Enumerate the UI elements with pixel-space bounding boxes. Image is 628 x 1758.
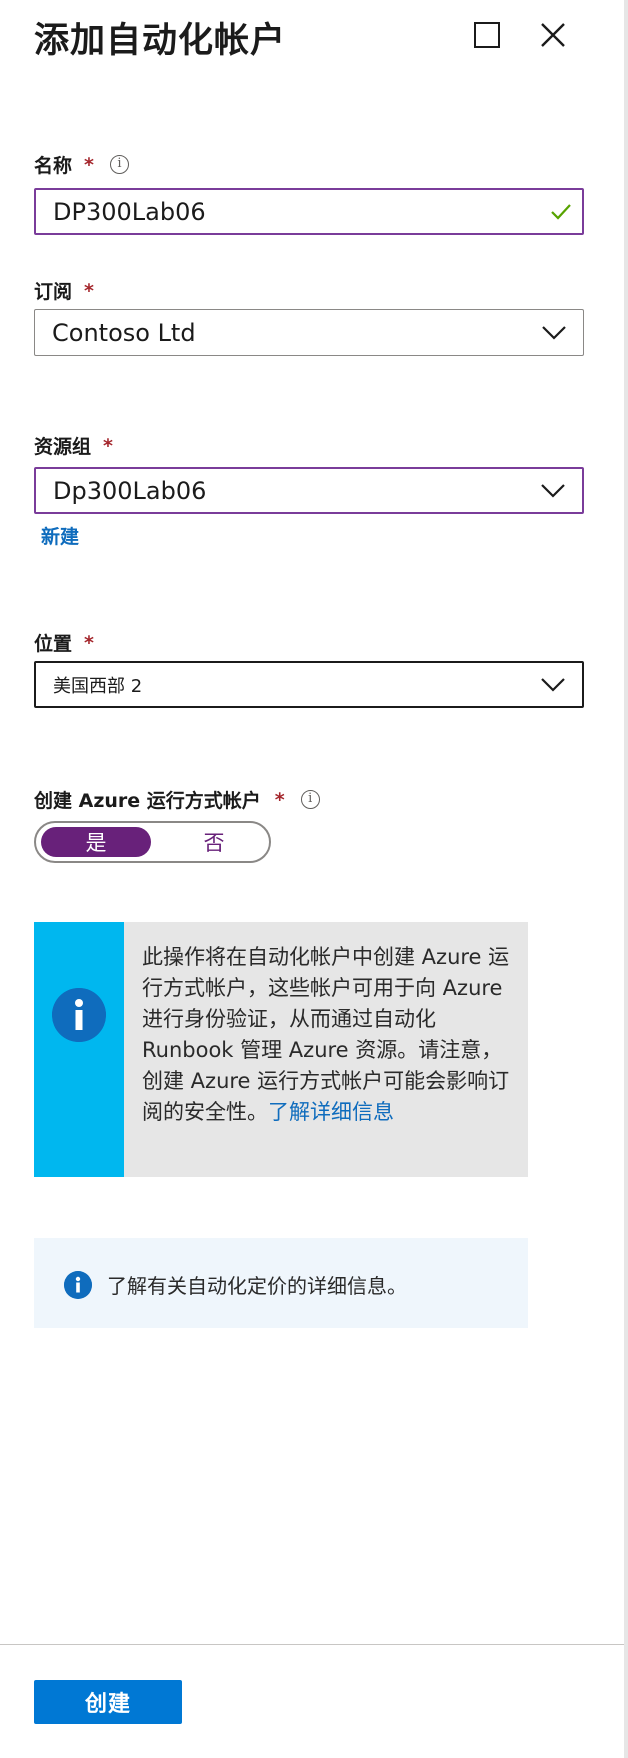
toggle-option-yes[interactable]: 是 — [41, 827, 151, 857]
run-as-toggle[interactable]: 是 否 — [34, 821, 271, 863]
panel-edge — [624, 0, 628, 1758]
subscription-dropdown[interactable]: Contoso Ltd — [34, 309, 584, 356]
panel-title: 添加自动化帐户 — [34, 21, 287, 61]
name-label-row: 名称 * i — [34, 151, 129, 178]
footer-divider — [0, 1644, 624, 1645]
info-icon — [64, 1271, 92, 1299]
checkmark-icon — [551, 203, 571, 220]
create-button[interactable]: 创建 — [34, 1680, 182, 1724]
create-automation-account-panel: 添加自动化帐户 名称 * i DP300Lab06 订阅 * Contoso L… — [0, 0, 624, 1758]
pricing-info-note: 了解有关自动化定价的详细信息。 — [34, 1238, 528, 1328]
required-asterisk: * — [84, 279, 94, 302]
callout-text: 此操作将在自动化帐户中创建 Azure 运行方式帐户，这些帐户可用于向 Azur… — [142, 942, 512, 1128]
info-icon — [52, 988, 106, 1042]
learn-more-link[interactable]: 了解详细信息 — [268, 1100, 394, 1124]
chevron-down-icon — [542, 325, 566, 340]
name-input[interactable]: DP300Lab06 — [34, 188, 584, 235]
required-asterisk: * — [103, 434, 113, 457]
required-asterisk: * — [84, 153, 94, 176]
close-icon[interactable] — [538, 20, 568, 50]
subscription-label: 订阅 — [34, 281, 73, 303]
run-as-label: 创建 Azure 运行方式帐户 — [34, 790, 261, 812]
location-value: 美国西部 2 — [53, 675, 143, 697]
maximize-icon[interactable] — [474, 22, 500, 48]
info-icon[interactable]: i — [109, 155, 129, 174]
callout-accent-bar — [34, 922, 124, 1177]
resource-group-dropdown[interactable]: Dp300Lab06 — [34, 467, 584, 514]
create-new-resource-group-link[interactable]: 新建 — [41, 522, 79, 549]
required-asterisk: * — [84, 631, 94, 654]
location-label-row: 位置 * — [34, 629, 94, 656]
name-label: 名称 — [34, 155, 73, 177]
location-dropdown[interactable]: 美国西部 2 — [34, 661, 584, 708]
pricing-note-link[interactable]: 了解有关自动化定价的详细信息。 — [107, 1270, 407, 1299]
resource-group-label: 资源组 — [34, 436, 92, 458]
toggle-option-no[interactable]: 否 — [174, 827, 254, 857]
run-as-label-row: 创建 Azure 运行方式帐户 * i — [34, 786, 320, 813]
chevron-down-icon — [541, 483, 565, 498]
callout-body: 此操作将在自动化帐户中创建 Azure 运行方式帐户，这些帐户可用于向 Azur… — [142, 945, 510, 1124]
required-asterisk: * — [274, 788, 285, 811]
location-label: 位置 — [34, 633, 73, 655]
resource-group-label-row: 资源组 * — [34, 432, 113, 459]
resource-group-value: Dp300Lab06 — [53, 476, 207, 505]
name-input-value: DP300Lab06 — [53, 197, 206, 226]
subscription-label-row: 订阅 * — [34, 277, 94, 304]
subscription-value: Contoso Ltd — [52, 318, 196, 347]
chevron-down-icon — [541, 677, 565, 692]
info-icon[interactable]: i — [300, 790, 320, 809]
run-as-info-callout: 此操作将在自动化帐户中创建 Azure 运行方式帐户，这些帐户可用于向 Azur… — [34, 922, 528, 1177]
